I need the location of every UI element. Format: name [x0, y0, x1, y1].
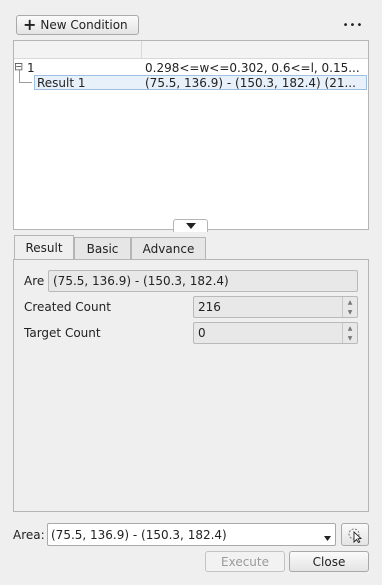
close-label: Close: [312, 554, 346, 569]
target-count-value: 0: [198, 326, 206, 340]
plus-icon: +: [23, 15, 37, 34]
created-count-value: 216: [198, 300, 221, 314]
footer-area-label: Area:: [13, 528, 45, 542]
tab-basic[interactable]: Basic: [74, 237, 131, 259]
result-panel: Are (75.5, 136.9) - (150.3, 182.4) Creat…: [13, 259, 369, 512]
column-divider: [141, 41, 142, 58]
target-count-stepper[interactable]: 0 ▲ ▼: [193, 322, 358, 344]
area-combobox-value: (75.5, 136.9) - (150.3, 182.4): [51, 527, 227, 542]
tree-branch-line: [19, 69, 20, 83]
area-combobox[interactable]: (75.5, 136.9) - (150.3, 182.4): [47, 523, 336, 546]
pick-area-button[interactable]: [341, 523, 369, 546]
chevron-down-icon: [185, 223, 196, 229]
collapse-panel-handle[interactable]: [173, 219, 208, 232]
tab-advance[interactable]: Advance: [131, 237, 206, 259]
tree-row-value: 0.298<=w<=0.302, 0.6<=l, 0.15...: [145, 61, 360, 75]
tree-row-label: Result 1: [37, 76, 86, 90]
created-count-label: Created Count: [24, 300, 111, 314]
stepper-arrows[interactable]: ▲ ▼: [342, 297, 357, 317]
tab-result[interactable]: Result: [14, 235, 74, 260]
area-value-field: (75.5, 136.9) - (150.3, 182.4): [48, 270, 358, 292]
dropdown-arrow-icon: [324, 536, 331, 541]
close-button[interactable]: Close: [289, 551, 369, 572]
tree-row-value: (75.5, 136.9) - (150.3, 182.4) (21...: [145, 76, 356, 90]
tab-advance-label: Advance: [142, 241, 195, 256]
pointer-select-icon: [348, 528, 363, 543]
area-value: (75.5, 136.9) - (150.3, 182.4): [53, 274, 229, 288]
tab-result-label: Result: [25, 241, 63, 255]
tree-row-label: 1: [27, 61, 35, 75]
tree-row-selected[interactable]: Result 1 (75.5, 136.9) - (150.3, 182.4) …: [34, 75, 367, 90]
more-options-icon[interactable]: •••: [340, 15, 366, 35]
tree-branch-line: [19, 82, 32, 83]
condition-tree[interactable]: ⊟ 1 0.298<=w<=0.302, 0.6<=l, 0.15... Res…: [13, 40, 369, 230]
created-count-stepper[interactable]: 216 ▲ ▼: [193, 296, 358, 318]
tree-header: [14, 41, 368, 59]
target-count-label: Target Count: [24, 326, 101, 340]
execute-label: Execute: [221, 554, 269, 569]
new-condition-button[interactable]: + New Condition: [16, 15, 139, 35]
tab-basic-label: Basic: [86, 241, 119, 256]
stepper-arrows[interactable]: ▲ ▼: [342, 323, 357, 343]
area-label: Are: [24, 274, 45, 288]
execute-button[interactable]: Execute: [205, 551, 285, 572]
new-condition-label: New Condition: [40, 18, 128, 32]
